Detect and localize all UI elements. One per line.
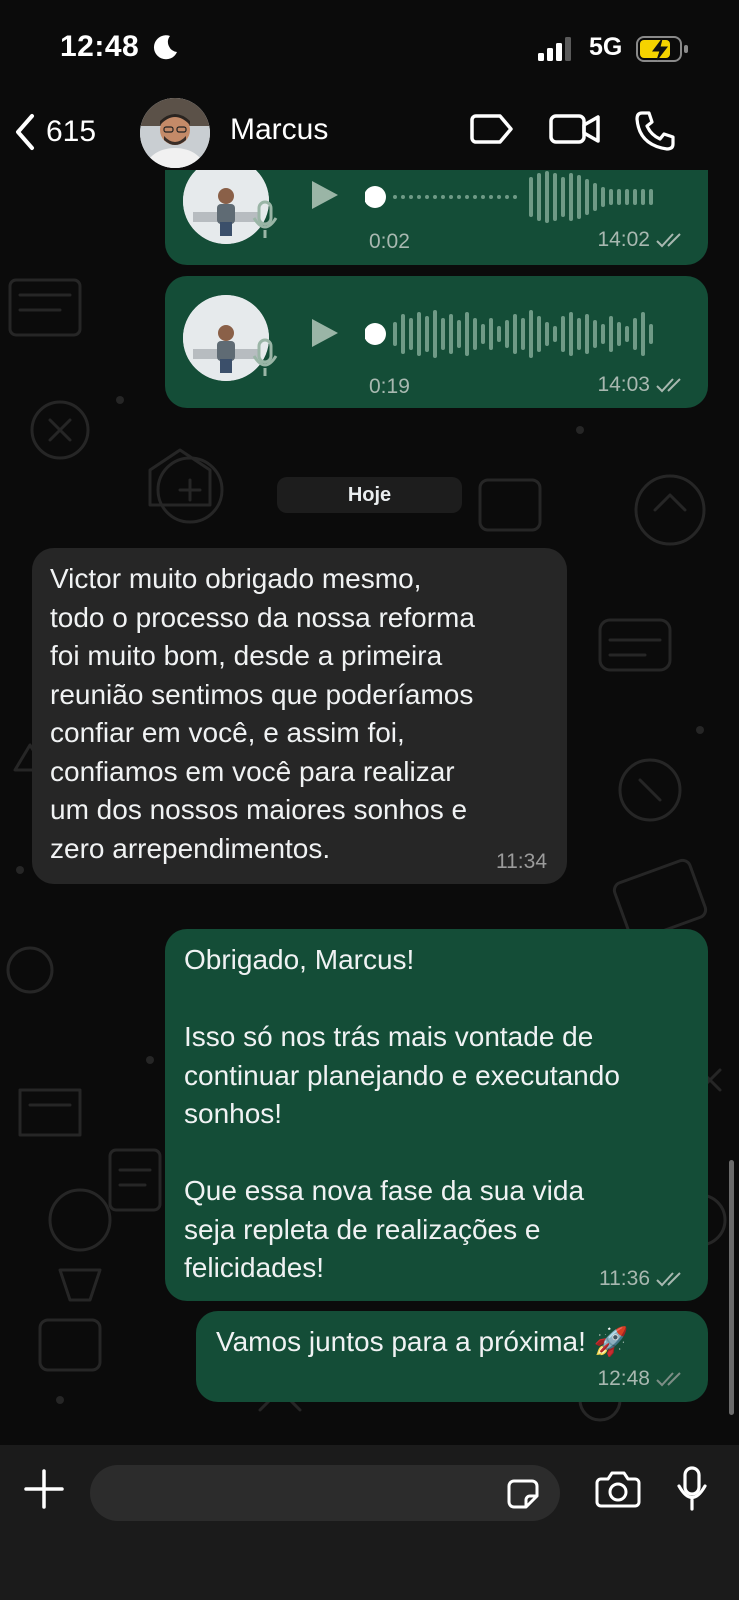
signal-icon [538,37,571,61]
contact-avatar[interactable] [140,98,210,168]
network-type: 5G [589,33,623,61]
message-text: Victor muito obrigado mesmo, todo o proc… [50,563,475,864]
incoming-message[interactable]: Victor muito obrigado mesmo, todo o proc… [32,548,567,884]
camera-icon[interactable] [595,1470,641,1508]
outgoing-message[interactable]: Obrigado, Marcus! Isso só nos trás mais … [165,929,708,1301]
mic-icon [252,200,278,238]
message-time: 12:48 [597,1367,650,1390]
label-tag-icon[interactable] [468,109,516,149]
voice-message[interactable]: 0:02 14:02 [165,170,708,265]
mic-icon [252,338,278,376]
battery-icon [636,36,688,62]
double-check-icon [656,233,681,248]
scrollbar[interactable] [729,1160,734,1415]
chat-messages[interactable]: 0:02 14:02 0:19 14:03 Hoje Victor muito … [0,170,739,1445]
contact-name[interactable]: Marcus [230,113,328,147]
message-time: 14:03 [597,373,650,396]
message-meta: 14:03 [597,373,686,397]
chat-header: 615 Marcus [0,95,739,175]
outgoing-message[interactable]: Vamos juntos para a próxima! 🚀 12:48 [196,1311,708,1402]
message-time: 14:02 [597,228,650,251]
message-time: 11:34 [496,850,547,873]
message-meta: 14:02 [597,228,686,252]
sticker-icon[interactable] [506,1478,540,1510]
play-icon[interactable] [307,316,341,350]
unread-count: 615 [46,115,97,148]
back-button[interactable]: 615 [12,107,96,157]
message-input[interactable] [90,1465,560,1521]
voice-duration: 0:19 [369,375,410,398]
status-bar: 12:48 5G [0,0,739,95]
status-time: 12:48 [60,30,140,63]
double-check-icon [656,1272,681,1287]
phone-icon[interactable] [633,109,677,153]
double-check-icon [656,1372,681,1387]
date-separator: Hoje [277,477,462,513]
message-meta: 11:36 [599,1267,686,1291]
double-check-icon [656,378,681,393]
voice-duration: 0:02 [369,230,410,253]
play-icon[interactable] [307,178,341,212]
message-text: Obrigado, Marcus! Isso só nos trás mais … [184,944,620,1283]
message-meta: 11:34 [496,850,547,874]
audio-waveform[interactable] [365,170,665,227]
plus-icon[interactable] [22,1467,66,1511]
message-time: 11:36 [599,1267,650,1290]
microphone-icon[interactable] [675,1465,709,1513]
message-text: Vamos juntos para a próxima! 🚀 [216,1326,629,1357]
message-composer [0,1445,739,1600]
moon-icon [153,35,177,60]
video-call-icon[interactable] [548,109,602,149]
chevron-left-icon [16,114,34,150]
voice-message[interactable]: 0:19 14:03 [165,276,708,408]
audio-waveform[interactable] [365,304,665,364]
message-meta: 12:48 [597,1367,686,1391]
